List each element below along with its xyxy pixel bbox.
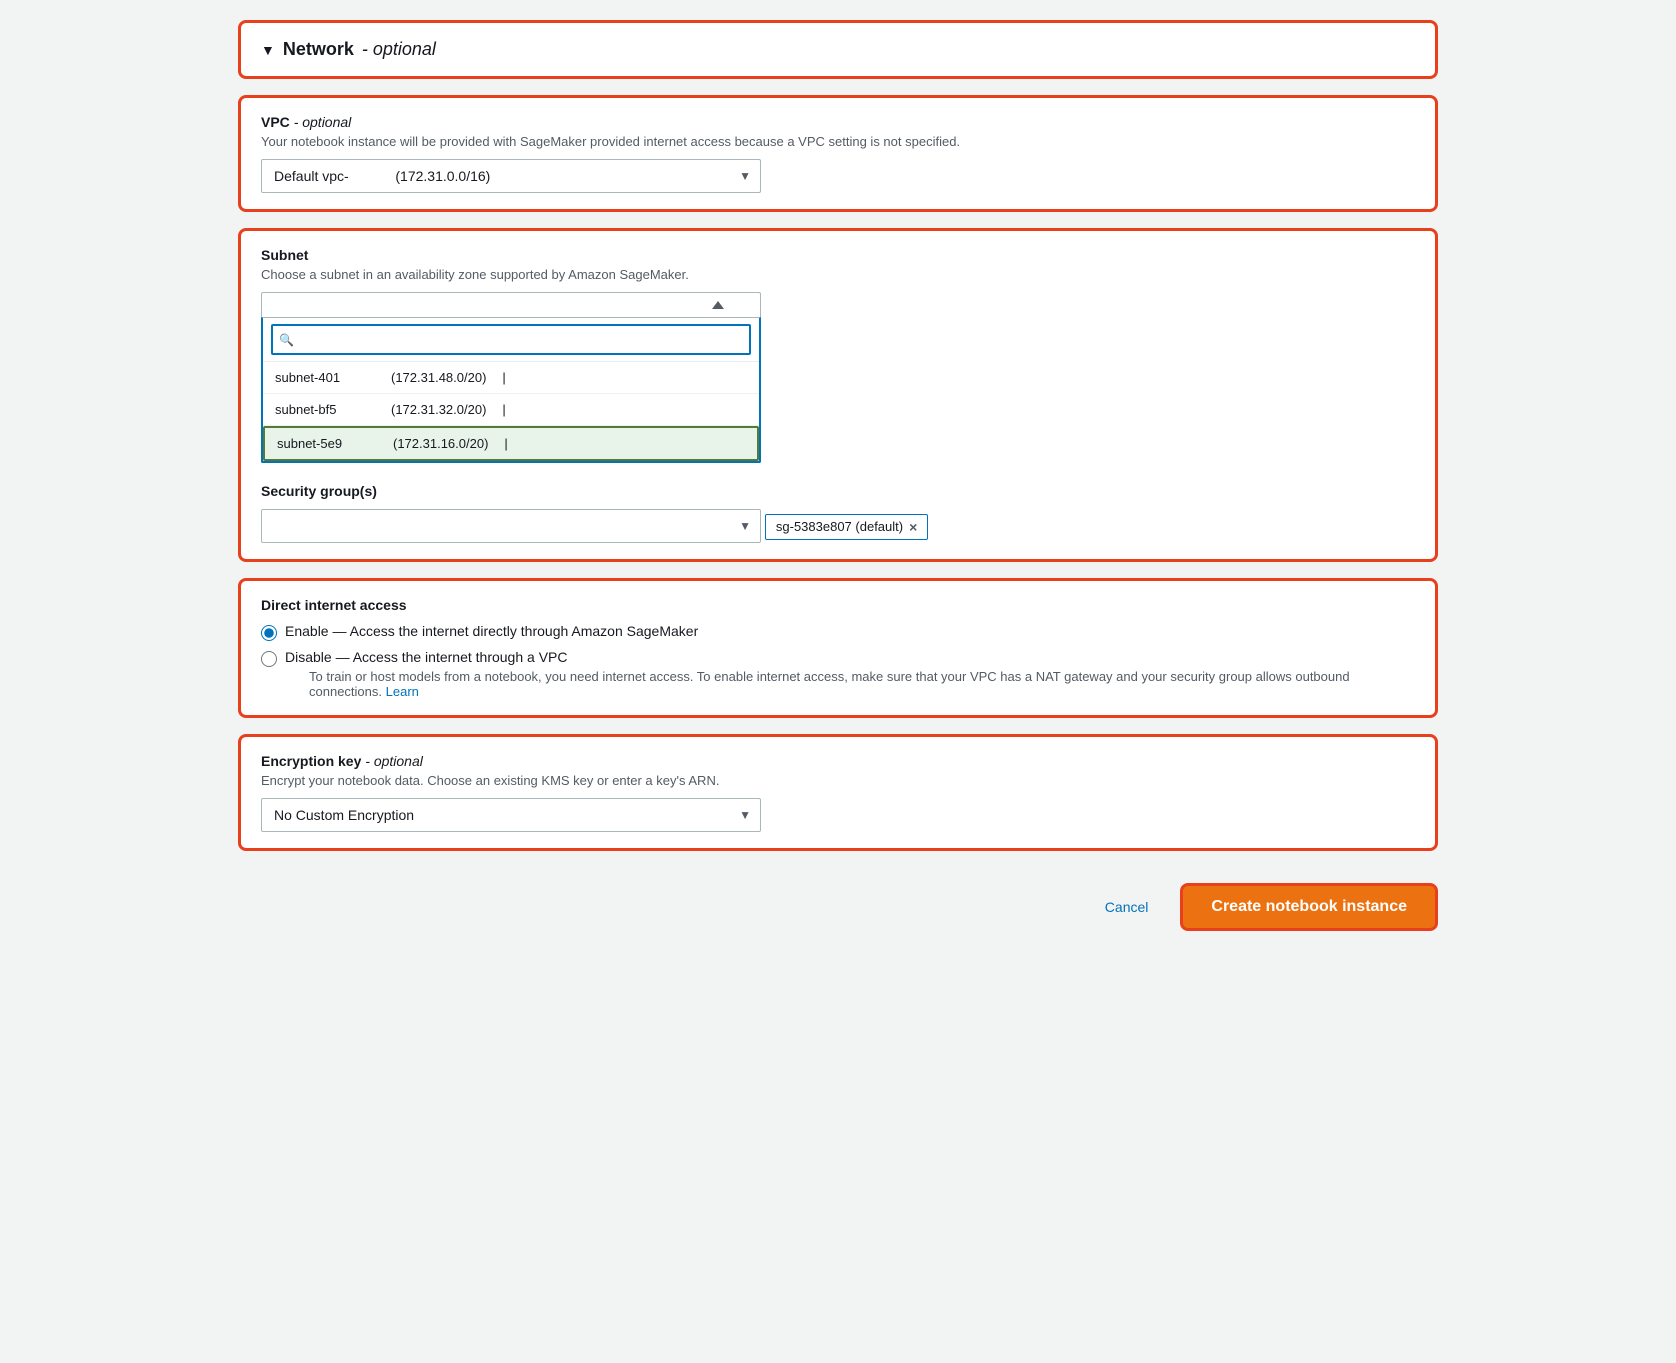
subnet-pipe-1: | (502, 402, 505, 417)
vpc-select-wrapper: Default vpc- (172.31.0.0/16) ▼ (261, 159, 761, 193)
subnet-pipe-0: | (502, 370, 505, 385)
security-group-container: Security group(s) ▼ sg-5383e807 (default… (261, 483, 1415, 543)
subnet-name-0: subnet-401 (275, 370, 375, 385)
vpc-label: VPC - optional (261, 114, 1415, 130)
radio-disable-description: To train or host models from a notebook,… (309, 669, 1415, 699)
security-group-badge-text: sg-5383e807 (default) (776, 519, 903, 534)
subnet-dropdown: subnet-401 (172.31.48.0/20) | subnet-bf5… (261, 317, 761, 463)
subnet-label: Subnet (261, 247, 1415, 263)
cancel-button[interactable]: Cancel (1089, 891, 1165, 923)
subnet-section: Subnet Choose a subnet in an availabilit… (238, 228, 1438, 562)
footer-bar: Cancel Create notebook instance (238, 867, 1438, 947)
encryption-section: Encryption key - optional Encrypt your n… (238, 734, 1438, 851)
encryption-label: Encryption key - optional (261, 753, 1415, 769)
subnet-arrow-up-icon (712, 301, 724, 309)
subnet-cidr-1: (172.31.32.0/20) (391, 402, 486, 417)
subnet-option-1[interactable]: subnet-bf5 (172.31.32.0/20) | (263, 394, 759, 426)
subnet-description: Choose a subnet in an availability zone … (261, 267, 1415, 282)
direct-internet-section: Direct internet access Enable — Access t… (238, 578, 1438, 718)
radio-disable-input[interactable] (261, 651, 277, 667)
network-optional: - optional (362, 39, 436, 60)
radio-enable-label: Enable — Access the internet directly th… (285, 623, 698, 639)
subnet-name-1: subnet-bf5 (275, 402, 375, 417)
encryption-description: Encrypt your notebook data. Choose an ex… (261, 773, 1415, 788)
network-label: Network (283, 39, 354, 60)
subnet-cidr-2: (172.31.16.0/20) (393, 436, 488, 451)
radio-enable-input[interactable] (261, 625, 277, 641)
create-notebook-button[interactable]: Create notebook instance (1180, 883, 1438, 931)
subnet-dropdown-container: subnet-401 (172.31.48.0/20) | subnet-bf5… (261, 292, 761, 463)
vpc-section: VPC - optional Your notebook instance wi… (238, 95, 1438, 212)
learn-more-link[interactable]: Learn (386, 684, 419, 699)
security-group-badge: sg-5383e807 (default) × (765, 514, 928, 540)
subnet-trigger[interactable] (261, 292, 761, 317)
radio-disable-label: Disable — Access the internet through a … (285, 649, 567, 665)
network-section-header[interactable]: ▼ Network - optional (238, 20, 1438, 79)
radio-disable[interactable]: Disable — Access the internet through a … (261, 649, 1415, 699)
subnet-pipe-2: | (504, 436, 507, 451)
direct-internet-label: Direct internet access (261, 597, 1415, 613)
security-group-remove-icon[interactable]: × (909, 519, 917, 535)
vpc-select[interactable]: Default vpc- (172.31.0.0/16) (261, 159, 761, 193)
subnet-name-2: subnet-5e9 (277, 436, 377, 451)
subnet-option-2[interactable]: subnet-5e9 (172.31.16.0/20) | (263, 426, 759, 461)
security-group-select-wrapper: ▼ (261, 509, 761, 543)
subnet-option-0[interactable]: subnet-401 (172.31.48.0/20) | (263, 362, 759, 394)
radio-group: Enable — Access the internet directly th… (261, 623, 1415, 699)
collapse-arrow-icon[interactable]: ▼ (261, 42, 275, 58)
security-group-label: Security group(s) (261, 483, 1415, 499)
subnet-search-area (263, 318, 759, 362)
encryption-select-wrapper: No Custom Encryption ▼ (261, 798, 761, 832)
radio-enable[interactable]: Enable — Access the internet directly th… (261, 623, 1415, 641)
radio-disable-content: Disable — Access the internet through a … (285, 649, 1415, 699)
security-group-select[interactable] (261, 509, 761, 543)
subnet-search-icon-wrapper (271, 324, 751, 355)
encryption-select[interactable]: No Custom Encryption (261, 798, 761, 832)
vpc-description: Your notebook instance will be provided … (261, 134, 1415, 149)
subnet-cidr-0: (172.31.48.0/20) (391, 370, 486, 385)
page-container: ▼ Network - optional VPC - optional Your… (238, 20, 1438, 947)
subnet-search-input[interactable] (271, 324, 751, 355)
network-title: ▼ Network - optional (261, 39, 1415, 60)
